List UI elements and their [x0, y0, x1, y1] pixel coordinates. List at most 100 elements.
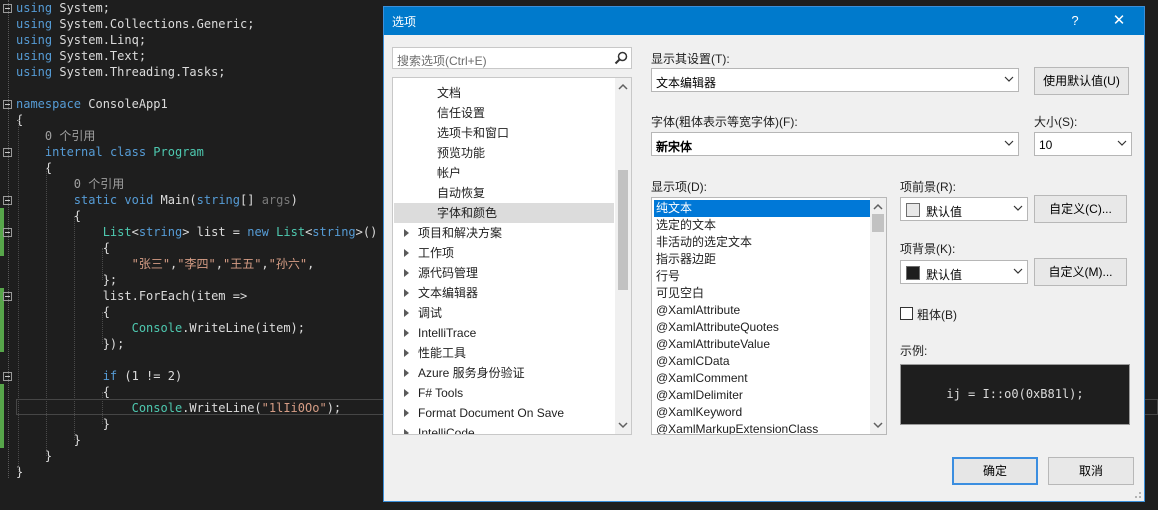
search-icon[interactable]	[614, 51, 628, 65]
fold-toggle[interactable]	[3, 4, 12, 13]
expand-arrow-icon[interactable]	[404, 349, 409, 357]
expand-arrow-icon[interactable]	[404, 229, 409, 237]
tree-scrollbar[interactable]	[615, 78, 631, 434]
code-line[interactable]: List<string> list = new List<string>()	[16, 224, 378, 240]
fold-toggle[interactable]	[3, 372, 12, 381]
expand-arrow-icon[interactable]	[404, 309, 409, 317]
background-dropdown[interactable]: 默认值	[900, 260, 1028, 284]
help-button[interactable]: ?	[1060, 11, 1090, 31]
display-item[interactable]: 选定的文本	[654, 217, 870, 234]
code-line[interactable]: 0 个引用	[16, 176, 124, 192]
code-line[interactable]: static void Main(string[] args)	[16, 192, 298, 208]
code-line[interactable]: using System;	[16, 0, 110, 16]
tree-item-label: 信任设置	[437, 106, 486, 120]
fold-toggle[interactable]	[3, 228, 12, 237]
expand-arrow-icon[interactable]	[404, 369, 409, 377]
scroll-up-icon[interactable]	[615, 80, 631, 94]
code-line[interactable]: using System.Linq;	[16, 32, 146, 48]
display-item[interactable]: @XamlCData	[654, 353, 870, 370]
font-dropdown[interactable]: 新宋体	[651, 132, 1019, 156]
size-dropdown[interactable]: 10	[1034, 132, 1132, 156]
code-line[interactable]: }	[16, 432, 81, 448]
display-item[interactable]: @XamlMarkupExtensionClass	[654, 421, 870, 434]
background-custom-button[interactable]: 自定义(M)...	[1034, 258, 1127, 286]
scroll-thumb[interactable]	[618, 170, 628, 290]
tree-item[interactable]: Azure 服务身份验证	[394, 363, 614, 383]
code-line[interactable]: });	[16, 336, 125, 352]
code-line[interactable]: "张三","李四","王五","孙六",	[16, 256, 315, 272]
code-line[interactable]: using System.Threading.Tasks;	[16, 64, 226, 80]
display-item[interactable]: 可见空白	[654, 285, 870, 302]
bold-checkbox[interactable]	[900, 307, 913, 320]
display-item[interactable]: 非活动的选定文本	[654, 234, 870, 251]
tree-item[interactable]: 工作项	[394, 243, 614, 263]
search-input[interactable]: 搜索选项(Ctrl+E)	[392, 47, 632, 69]
tree-item[interactable]: 调试	[394, 303, 614, 323]
tree-item[interactable]: 信任设置	[394, 103, 614, 123]
display-item[interactable]: @XamlComment	[654, 370, 870, 387]
tree-item[interactable]: F# Tools	[394, 383, 614, 403]
tree-item[interactable]: 帐户	[394, 163, 614, 183]
display-items-list[interactable]: 纯文本 选定的文本 非活动的选定文本 指示器边距 行号 可见空白 @XamlAttribut…	[651, 197, 887, 435]
tree-item[interactable]: 字体和颜色	[394, 203, 614, 223]
tree-item[interactable]: 选项卡和窗口	[394, 123, 614, 143]
tree-item[interactable]: 文本编辑器	[394, 283, 614, 303]
scroll-down-icon[interactable]	[870, 418, 886, 432]
expand-arrow-icon[interactable]	[404, 389, 409, 397]
dialog-titlebar[interactable]: 选项 ? ✕	[384, 7, 1144, 35]
code-line[interactable]: {	[16, 304, 110, 320]
code-line[interactable]: using System.Text;	[16, 48, 146, 64]
display-items-scrollbar[interactable]	[870, 198, 886, 434]
code-line[interactable]: namespace ConsoleApp1	[16, 96, 168, 112]
tree-item[interactable]: Format Document On Save	[394, 403, 614, 423]
display-item[interactable]: @XamlAttribute	[654, 302, 870, 319]
tree-item[interactable]: 性能工具	[394, 343, 614, 363]
expand-arrow-icon[interactable]	[404, 289, 409, 297]
display-item[interactable]: @XamlKeyword	[654, 404, 870, 421]
fold-toggle[interactable]	[3, 100, 12, 109]
code-line[interactable]: internal class Program	[16, 144, 204, 160]
close-button[interactable]: ✕	[1104, 11, 1134, 31]
fold-toggle[interactable]	[3, 292, 12, 301]
code-line[interactable]: using System.Collections.Generic;	[16, 16, 254, 32]
code-line[interactable]: Console.WriteLine(item);	[16, 320, 305, 336]
scroll-up-icon[interactable]	[870, 200, 886, 214]
fold-toggle[interactable]	[3, 148, 12, 157]
tree-item[interactable]: 预览功能	[394, 143, 614, 163]
code-line[interactable]: 0 个引用	[16, 128, 95, 144]
scroll-down-icon[interactable]	[615, 418, 631, 432]
expand-arrow-icon[interactable]	[404, 249, 409, 257]
expand-arrow-icon[interactable]	[404, 429, 409, 434]
ok-button[interactable]: 确定	[952, 457, 1038, 485]
tree-item[interactable]: 源代码管理	[394, 263, 614, 283]
code-line[interactable]: }	[16, 416, 110, 432]
display-item[interactable]: @XamlAttributeValue	[654, 336, 870, 353]
expand-arrow-icon[interactable]	[404, 409, 409, 417]
tree-item[interactable]: 项目和解决方案	[394, 223, 614, 243]
foreground-custom-button[interactable]: 自定义(C)...	[1034, 195, 1127, 223]
tree-item[interactable]: 自动恢复	[394, 183, 614, 203]
display-item[interactable]: 指示器边距	[654, 251, 870, 268]
display-item[interactable]: 纯文本	[654, 200, 870, 217]
resize-grip-icon[interactable]	[1132, 489, 1142, 499]
scroll-thumb[interactable]	[872, 214, 884, 232]
tree-item[interactable]: 文档	[394, 83, 614, 103]
foreground-dropdown[interactable]: 默认值	[900, 197, 1028, 221]
tree-item[interactable]: IntelliCode	[394, 423, 614, 434]
use-defaults-button[interactable]: 使用默认值(U)	[1034, 67, 1129, 95]
display-item[interactable]: @XamlAttributeQuotes	[654, 319, 870, 336]
cancel-button[interactable]: 取消	[1048, 457, 1134, 485]
code-line[interactable]: {	[16, 208, 81, 224]
tree-item[interactable]: IntelliTrace	[394, 323, 614, 343]
display-item[interactable]: 行号	[654, 268, 870, 285]
show-settings-dropdown[interactable]: 文本编辑器	[651, 68, 1019, 92]
expand-arrow-icon[interactable]	[404, 269, 409, 277]
code-line[interactable]: {	[16, 384, 110, 400]
options-tree[interactable]: 文档信任设置选项卡和窗口 预览功能 帐户 自动恢复 字体和颜色 项目和解决方案 工作项 源代码…	[392, 77, 632, 435]
expand-arrow-icon[interactable]	[404, 329, 409, 337]
code-line[interactable]: list.ForEach(item =>	[16, 288, 248, 304]
code-line[interactable]: {	[16, 240, 110, 256]
fold-toggle[interactable]	[3, 196, 12, 205]
code-line[interactable]: if (1 != 2)	[16, 368, 182, 384]
display-item[interactable]: @XamlDelimiter	[654, 387, 870, 404]
